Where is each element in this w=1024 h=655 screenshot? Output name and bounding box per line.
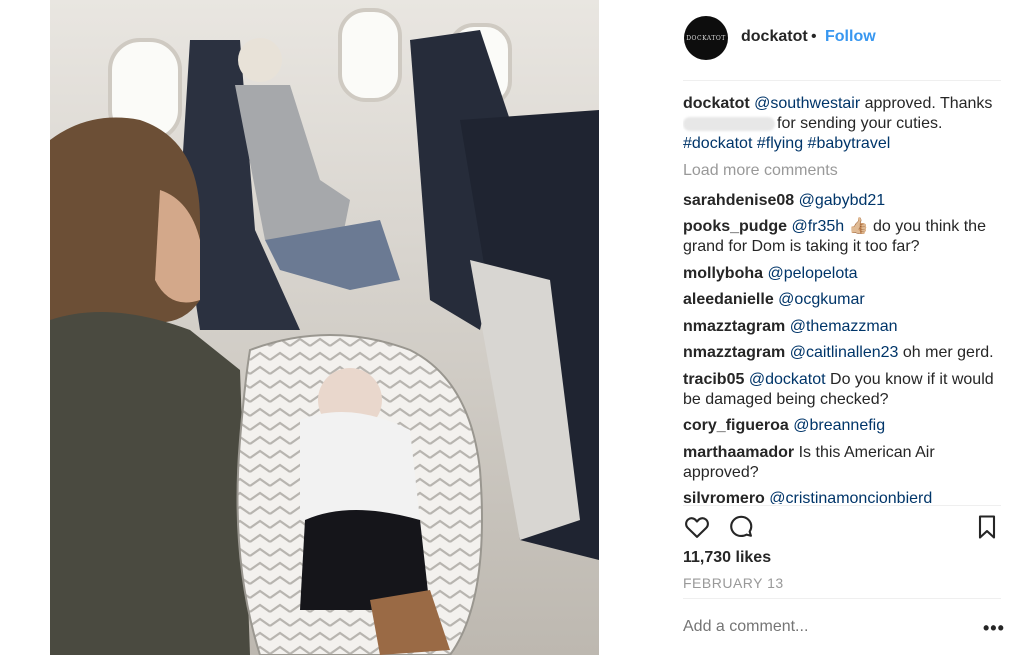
- comment-username[interactable]: silvromero: [683, 490, 765, 504]
- bookmark-icon[interactable]: [973, 513, 1001, 541]
- post-actions: [683, 513, 1001, 543]
- likes-count[interactable]: 11,730 likes: [683, 549, 771, 567]
- actions-divider: [683, 505, 1001, 506]
- post-header: DOCKATOT dockatot • Follow: [599, 0, 1024, 80]
- comment-mention[interactable]: @themazzman: [790, 318, 898, 335]
- comment-mention[interactable]: @fr35h: [791, 218, 844, 235]
- add-comment-input[interactable]: [683, 618, 963, 636]
- comment-username[interactable]: cory_figueroa: [683, 417, 789, 434]
- post-sidebar: DOCKATOT dockatot • Follow dockatot @sou…: [599, 0, 1024, 655]
- comment-username[interactable]: marthaamador: [683, 444, 794, 461]
- comment-mention[interactable]: @breannefig: [793, 417, 885, 434]
- post-date[interactable]: FEBRUARY 13: [683, 575, 784, 591]
- comment-item: aleedanielle @ocgkumar: [683, 290, 1003, 310]
- comment-text: oh mer gerd.: [898, 344, 994, 361]
- load-more-comments-button[interactable]: Load more comments: [683, 161, 1003, 181]
- comment-mention[interactable]: @gabybd21: [799, 192, 886, 209]
- header-divider: [683, 80, 1001, 81]
- comment-item: nmazztagram @themazzman: [683, 317, 1003, 337]
- more-options-icon[interactable]: •••: [983, 619, 1005, 637]
- comment-mention[interactable]: @pelopelota: [767, 265, 857, 282]
- post-caption: dockatot @southwestair approved. Thanks …: [683, 94, 1003, 154]
- comment-box-divider: [683, 598, 1001, 599]
- blurred-mention: [683, 116, 775, 131]
- avatar-logo-text: DOCKATOT: [686, 34, 726, 42]
- hashtag-babytravel[interactable]: #babytravel: [808, 135, 891, 152]
- comment-bubble-icon[interactable]: [727, 513, 755, 541]
- comment-item: sarahdenise08 @gabybd21: [683, 191, 1003, 211]
- comment-mention[interactable]: @ocgkumar: [778, 291, 865, 308]
- post-photo: [50, 0, 599, 655]
- comment-username[interactable]: pooks_pudge: [683, 218, 787, 235]
- comment-username[interactable]: sarahdenise08: [683, 192, 794, 209]
- comment-username[interactable]: tracib05: [683, 371, 744, 388]
- caption-username[interactable]: dockatot: [683, 95, 750, 112]
- comment-username[interactable]: nmazztagram: [683, 318, 785, 335]
- comment-mention[interactable]: @cristinamoncionbierd: [769, 490, 932, 504]
- post-photo-illustration: [50, 0, 599, 655]
- caption-mention[interactable]: @southwestair: [754, 95, 860, 112]
- hashtag-flying[interactable]: #flying: [757, 135, 803, 152]
- comment-item: silvromero @cristinamoncionbierd: [683, 489, 1003, 504]
- comment-item: pooks_pudge @fr35h 👍🏼 do you think the g…: [683, 217, 1003, 257]
- comment-username[interactable]: nmazztagram: [683, 344, 785, 361]
- comment-mention[interactable]: @dockatot: [749, 371, 826, 388]
- heart-icon[interactable]: [683, 513, 711, 541]
- comments-list[interactable]: dockatot @southwestair approved. Thanks …: [683, 94, 1003, 504]
- caption-text-2: for sending your cuties.: [777, 115, 943, 132]
- comment-username[interactable]: aleedanielle: [683, 291, 774, 308]
- separator-dot: •: [811, 28, 817, 45]
- post-author-username[interactable]: dockatot: [741, 28, 808, 46]
- avatar[interactable]: DOCKATOT: [684, 16, 728, 60]
- comment-username[interactable]: mollyboha: [683, 265, 763, 282]
- comment-item: cory_figueroa @breannefig: [683, 416, 1003, 436]
- comment-item: nmazztagram @caitlinallen23 oh mer gerd.: [683, 343, 1003, 363]
- comment-item: tracib05 @dockatot Do you know if it wou…: [683, 370, 1003, 410]
- comment-item: mollyboha @pelopelota: [683, 264, 1003, 284]
- hashtag-dockatot[interactable]: #dockatot: [683, 135, 752, 152]
- thumbs-up-emoji-icon: 👍🏼: [848, 218, 869, 235]
- follow-button[interactable]: Follow: [825, 28, 876, 46]
- comment-mention[interactable]: @caitlinallen23: [790, 344, 899, 361]
- caption-text: approved. Thanks: [860, 95, 993, 112]
- comment-item: marthaamador Is this American Air approv…: [683, 443, 1003, 483]
